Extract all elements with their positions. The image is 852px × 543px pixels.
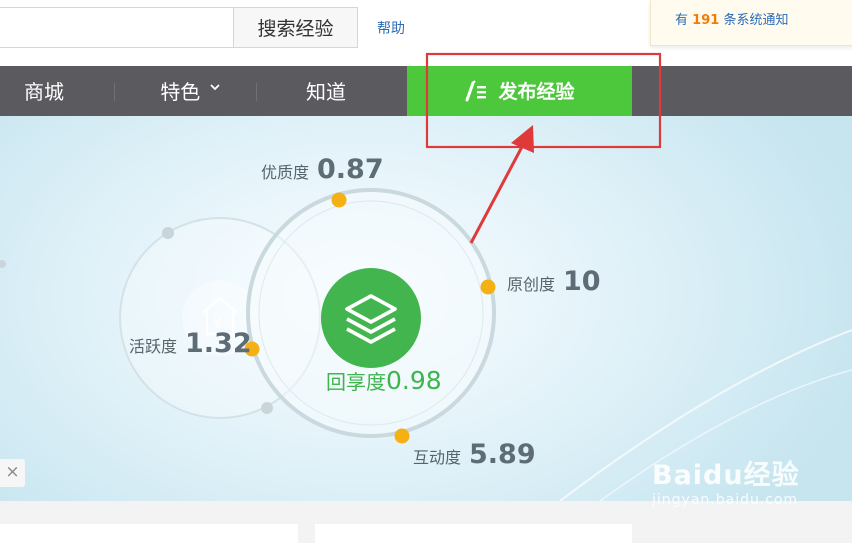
notice-count[interactable]: 191 <box>692 13 719 28</box>
metric-originality: 原创度 10 <box>507 266 601 297</box>
metric-value: 1.32 <box>185 328 252 359</box>
metric-label: 互动度 <box>413 448 462 467</box>
nav-divider <box>114 83 115 101</box>
metric-value: 10 <box>563 266 601 297</box>
system-notice[interactable]: 有 191 条系统通知 <box>650 0 852 46</box>
metric-value: 5.89 <box>469 439 536 470</box>
chevron-down-icon <box>210 84 220 91</box>
nav-item-zhidao[interactable]: 知道 <box>276 66 376 116</box>
watermark-url: jingyan.baidu.com <box>652 492 799 508</box>
nav-item-mall[interactable]: 商城 <box>0 66 88 116</box>
ring-dot <box>0 260 6 268</box>
interaction-dot <box>394 428 410 444</box>
publish-experience-button[interactable]: 发布经验 <box>407 66 632 116</box>
content-card <box>0 524 298 543</box>
watermark: Baidu经验 jingyan.baidu.com <box>652 453 800 508</box>
search-input[interactable] <box>0 7 234 48</box>
notice-suffix: 条系统通知 <box>723 13 789 28</box>
top-bar: 搜索经验 帮助 有 191 条系统通知 <box>0 0 852 66</box>
nav-item-featured[interactable]: 特色 <box>140 66 240 116</box>
search-button[interactable]: 搜索经验 <box>233 7 358 48</box>
metric-interaction: 互动度 5.89 <box>413 439 536 470</box>
metric-value: 0.87 <box>317 154 384 185</box>
metric-label: 优质度 <box>261 163 310 182</box>
metric-return: 回享度0.98 <box>326 366 442 395</box>
notice-prefix: 有 <box>675 13 689 28</box>
publish-label: 发布经验 <box>498 81 575 103</box>
nav-item-label: 特色 <box>160 80 201 104</box>
metric-label: 活跃度 <box>129 337 178 356</box>
user-stats-panel: ¥ 优质度 0.87 原创度 10 活跃度 1.32 回享度0.98 互动度 5.89 <box>0 116 852 501</box>
nav-item-label: 商城 <box>24 80 64 104</box>
nav-item-label: 知道 <box>306 80 346 104</box>
metric-quality: 优质度 0.87 <box>261 154 384 185</box>
ring-dot <box>261 402 273 414</box>
metric-activity: 活跃度 1.32 <box>129 328 252 359</box>
metric-label: 原创度 <box>507 275 556 294</box>
originality-dot <box>480 279 496 295</box>
metric-label: 回享度 <box>326 370 386 394</box>
content-card <box>315 524 632 543</box>
watermark-logo: Baidu经验 <box>652 460 800 491</box>
main-nav: 商城 特色 知道 发布经验 <box>0 66 852 116</box>
close-icon[interactable]: × <box>0 459 25 487</box>
ring-dot <box>162 227 174 239</box>
quality-dot <box>331 192 347 208</box>
edit-pen-icon <box>465 80 487 102</box>
metric-value: 0.98 <box>386 366 442 395</box>
center-badge <box>321 268 421 368</box>
nav-divider <box>256 83 257 101</box>
help-link[interactable]: 帮助 <box>377 18 405 38</box>
